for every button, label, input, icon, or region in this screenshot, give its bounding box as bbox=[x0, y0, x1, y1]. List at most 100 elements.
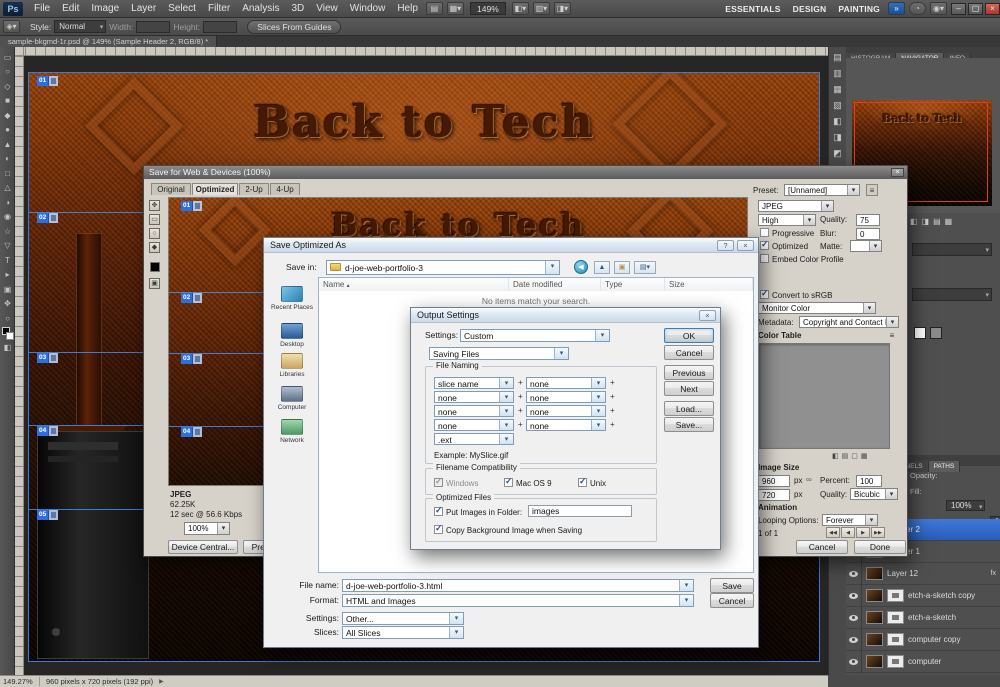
device-central-button[interactable]: Device Central... bbox=[168, 540, 238, 554]
color-table-box[interactable] bbox=[758, 343, 890, 449]
sfw-slice-select-tool-icon[interactable]: ▭ bbox=[149, 214, 160, 225]
brush-tool-icon[interactable]: ▲ bbox=[0, 138, 15, 153]
cs-live-icon[interactable]: ◔ bbox=[909, 2, 926, 15]
copy-background-checkbox[interactable]: Copy Background Image when Saving bbox=[434, 525, 582, 536]
sfw-close-icon[interactable]: × bbox=[891, 168, 904, 177]
layer-visibility-toggle[interactable] bbox=[846, 563, 862, 585]
color-table-menu-icon[interactable]: ≡ bbox=[886, 331, 898, 342]
place-computer[interactable]: Computer bbox=[266, 386, 318, 411]
embed-color-profile-checkbox[interactable]: Embed Color Profile bbox=[760, 254, 844, 265]
masks-panel-icon[interactable]: ◩ bbox=[832, 147, 844, 159]
preset-menu-icon[interactable]: ≡ bbox=[866, 184, 878, 196]
menu-file[interactable]: File bbox=[28, 0, 56, 18]
checkbox-icon[interactable] bbox=[760, 228, 769, 237]
menu-image[interactable]: Image bbox=[85, 0, 125, 18]
layer-visibility-toggle[interactable] bbox=[846, 629, 862, 651]
view-extras-icon[interactable]: ▦▾ bbox=[447, 2, 464, 15]
back-navigation-icon[interactable]: ◀ bbox=[574, 260, 588, 274]
eraser-tool-icon[interactable]: △ bbox=[0, 181, 15, 196]
workspace-overflow-icon[interactable]: » bbox=[888, 2, 905, 15]
column-name[interactable]: Name ▴ bbox=[319, 278, 509, 291]
color-panel-icon[interactable]: ◧ bbox=[832, 115, 844, 127]
background-color-swatch[interactable] bbox=[6, 332, 14, 340]
sfw-cancel-button[interactable]: Cancel bbox=[796, 540, 848, 554]
checkbox-icon[interactable] bbox=[434, 525, 443, 534]
layer-mask-thumbnail[interactable] bbox=[887, 589, 904, 602]
layer-row[interactable]: computer copy bbox=[846, 629, 1000, 651]
file-name-dropdown[interactable]: d-joe-web-portfolio-3.html bbox=[342, 579, 694, 592]
width-field[interactable] bbox=[136, 21, 170, 33]
layer-visibility-toggle[interactable] bbox=[846, 651, 862, 673]
sfw-eyedropper-tool-icon[interactable]: ◆ bbox=[149, 242, 160, 253]
next-button[interactable]: Next bbox=[664, 381, 714, 396]
layer-thumbnail[interactable] bbox=[866, 633, 883, 646]
layer-row[interactable]: etch-a-sketch copy bbox=[846, 585, 1000, 607]
format-dropdown[interactable]: JPEG bbox=[758, 200, 834, 212]
sfw-eyedropper-color-swatch[interactable] bbox=[150, 262, 160, 272]
put-images-in-folder-checkbox[interactable]: Put Images in Folder: bbox=[434, 507, 522, 518]
tool-preset-icon[interactable]: ◈▾ bbox=[3, 20, 20, 33]
up-one-level-icon[interactable]: ▲ bbox=[594, 261, 610, 274]
checkbox-icon[interactable] bbox=[760, 241, 769, 250]
output-section-dropdown[interactable]: Saving Files bbox=[429, 347, 569, 360]
output-title-bar[interactable]: Output Settings bbox=[411, 308, 720, 323]
menu-edit[interactable]: Edit bbox=[56, 0, 85, 18]
pen-tool-icon[interactable]: ▽ bbox=[0, 239, 15, 254]
history-panel-icon[interactable]: ▤ bbox=[832, 51, 844, 63]
percent-field[interactable]: 100 bbox=[856, 475, 882, 487]
naming-part-dropdown[interactable]: none bbox=[526, 391, 606, 403]
hand-tool-icon[interactable]: ◧▾ bbox=[512, 2, 529, 15]
layer-mask-thumbnail[interactable] bbox=[887, 655, 904, 668]
adjustments-panel-icon[interactable]: ◨ bbox=[832, 131, 844, 143]
color-table-action-icons[interactable]: ◧▤▢▦ bbox=[832, 452, 892, 460]
type-tool-icon[interactable]: T bbox=[0, 254, 15, 269]
column-date-modified[interactable]: Date modified bbox=[509, 278, 601, 291]
screen-mode-icon[interactable]: ◨▾ bbox=[554, 2, 571, 15]
checkbox-icon[interactable] bbox=[434, 478, 443, 487]
unix-checkbox[interactable]: Unix bbox=[578, 478, 606, 489]
output-close-icon[interactable]: × bbox=[699, 310, 716, 321]
maximize-button[interactable]: ▢ bbox=[968, 3, 983, 15]
mac-os-9-checkbox[interactable]: Mac OS 9 bbox=[504, 478, 552, 489]
path-selection-tool-icon[interactable]: ▸ bbox=[0, 268, 15, 283]
sfw-hand-tool-icon[interactable]: ✥ bbox=[149, 200, 160, 211]
save-button[interactable]: Save bbox=[710, 578, 754, 593]
naming-part-dropdown[interactable]: none bbox=[526, 405, 606, 417]
checkbox-icon[interactable] bbox=[760, 254, 769, 263]
menu-layer[interactable]: Layer bbox=[125, 0, 162, 18]
looping-dropdown[interactable]: Forever bbox=[822, 514, 878, 526]
preview-slice-02[interactable]: 02 bbox=[181, 293, 202, 303]
lasso-tool-icon[interactable]: ○ bbox=[0, 65, 15, 80]
zoom-level-field[interactable]: 149% bbox=[470, 2, 506, 15]
quality-field[interactable]: 75 bbox=[856, 214, 880, 226]
workspace-design[interactable]: DESIGN bbox=[787, 4, 833, 14]
panel-fragment-dropdown[interactable] bbox=[912, 288, 992, 301]
healing-brush-tool-icon[interactable]: ● bbox=[0, 123, 15, 138]
panel-fragment-dropdown[interactable] bbox=[912, 243, 992, 256]
slice-badge-04[interactable]: 04 bbox=[37, 426, 58, 436]
menu-select[interactable]: Select bbox=[162, 0, 202, 18]
naming-part-dropdown[interactable]: slice name bbox=[434, 377, 514, 389]
help-icon[interactable]: ? bbox=[717, 240, 734, 251]
layer-thumbnail[interactable] bbox=[866, 611, 883, 624]
checkbox-icon[interactable] bbox=[578, 478, 587, 487]
crop-tool-icon[interactable]: ■ bbox=[0, 94, 15, 109]
sfw-zoom-dropdown[interactable]: 100% bbox=[184, 522, 230, 535]
height-field[interactable] bbox=[203, 21, 237, 33]
settings-dropdown[interactable]: Other... bbox=[342, 612, 464, 625]
layer-thumbnail[interactable] bbox=[866, 589, 883, 602]
previous-button[interactable]: Previous bbox=[664, 365, 714, 380]
menu-help[interactable]: Help bbox=[391, 0, 424, 18]
progressive-checkbox[interactable]: Progressive bbox=[760, 228, 814, 239]
sfw-zoom-tool-icon[interactable]: ○ bbox=[149, 228, 160, 239]
preview-slice-04[interactable]: 04 bbox=[181, 427, 202, 437]
preview-slice-01[interactable]: 01 bbox=[181, 201, 202, 211]
layer-mask-thumbnail[interactable] bbox=[887, 633, 904, 646]
dodge-tool-icon[interactable]: ☆ bbox=[0, 225, 15, 240]
account-icon[interactable]: ◉▾ bbox=[930, 2, 947, 15]
layer-row[interactable]: computer bbox=[846, 651, 1000, 673]
quick-mask-icon[interactable]: ◧ bbox=[0, 341, 15, 356]
menu-3d[interactable]: 3D bbox=[285, 0, 310, 18]
status-menu-arrow-icon[interactable]: ▶ bbox=[159, 678, 164, 685]
close-button[interactable]: × bbox=[985, 3, 1000, 15]
